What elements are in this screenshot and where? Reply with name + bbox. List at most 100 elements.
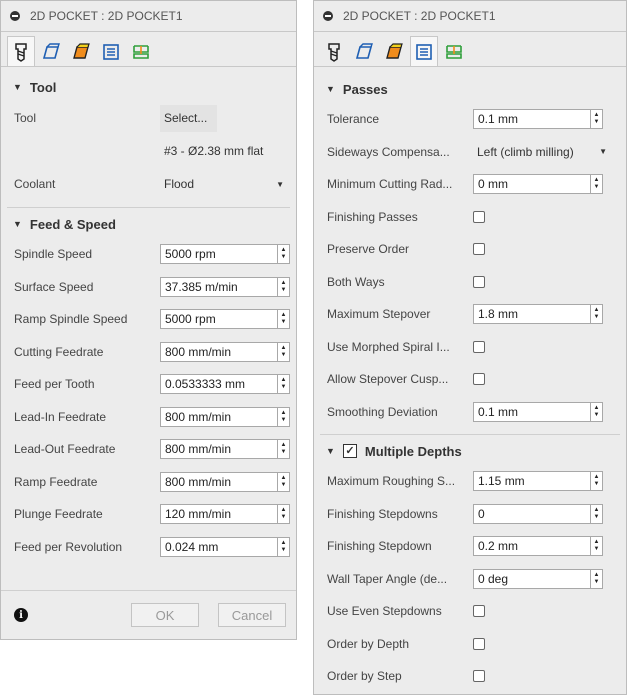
feed-row-stepper[interactable]: ▲ ▼ — [278, 341, 290, 362]
sideways-label: Sideways Compensa... — [327, 144, 450, 159]
feed-row-input[interactable]: 800 mm/min — [160, 341, 278, 362]
smoothing-input[interactable]: 0.1 mm — [473, 401, 591, 422]
finishing-stepdown-input[interactable]: 0.2 mm — [473, 536, 591, 557]
finishing-stepdown-stepper[interactable]: ▲ ▼ — [591, 536, 603, 557]
feed-row: Surface Speed 37.385 m/min ▲ ▼ — [1, 271, 296, 304]
tab-passes[interactable] — [410, 36, 438, 66]
close-icon[interactable] — [10, 11, 20, 21]
tab-linking[interactable] — [440, 38, 468, 66]
feed-row-label: Spindle Speed — [14, 247, 93, 262]
tolerance-row: Tolerance 0.1 mm ▲ ▼ — [314, 103, 626, 136]
heights-icon — [73, 43, 90, 59]
feed-row-input[interactable]: 5000 rpm — [160, 244, 278, 265]
even-stepdowns-row: Use Even Stepdowns — [314, 595, 626, 628]
coolant-value: Flood — [164, 177, 195, 191]
tab-geometry[interactable] — [37, 38, 65, 66]
right-dialog: 2D POCKET : 2D POCKET1 ▼ Passes Toleranc… — [313, 0, 627, 695]
order-step-checkbox[interactable] — [473, 670, 485, 683]
tool-select-button[interactable]: Select... — [160, 104, 217, 132]
feed-row-stepper[interactable]: ▲ ▼ — [278, 439, 290, 460]
tolerance-input[interactable]: 0.1 mm — [473, 109, 591, 130]
feed-row-stepper[interactable]: ▲ ▼ — [278, 276, 290, 297]
heights-icon — [386, 43, 403, 59]
finishing-passes-checkbox[interactable] — [473, 210, 485, 223]
tab-tool[interactable] — [320, 38, 348, 66]
allow-cusp-checkbox[interactable] — [473, 373, 485, 386]
feed-row-stepper[interactable]: ▲ ▼ — [278, 471, 290, 492]
max-roughing-input[interactable]: 1.15 mm — [473, 471, 591, 492]
feed-row-input[interactable]: 800 mm/min — [160, 406, 278, 427]
feed-row-stepper[interactable]: ▲ ▼ — [278, 309, 290, 330]
feed-row-input[interactable]: 0.0533333 mm — [160, 374, 278, 395]
order-depth-checkbox[interactable] — [473, 637, 485, 650]
even-stepdowns-label: Use Even Stepdowns — [327, 604, 442, 619]
wall-taper-input[interactable]: 0 deg — [473, 568, 591, 589]
chevron-down-icon: ▼ — [276, 179, 284, 189]
both-ways-checkbox[interactable] — [473, 275, 485, 288]
depths-section-header[interactable]: ▼ ✓ Multiple Depths — [314, 437, 626, 465]
collapse-triangle-icon: ▼ — [13, 219, 22, 229]
tolerance-stepper[interactable]: ▲ ▼ — [591, 109, 603, 130]
wall-taper-stepper[interactable]: ▲ ▼ — [591, 568, 603, 589]
min-radius-input[interactable]: 0 mm — [473, 174, 591, 195]
morphed-spiral-checkbox[interactable] — [473, 340, 485, 353]
cancel-button[interactable]: Cancel — [218, 603, 286, 627]
collapse-triangle-icon: ▼ — [326, 84, 335, 94]
smoothing-stepper[interactable]: ▲ ▼ — [591, 401, 603, 422]
coolant-select[interactable]: Flood ▼ — [160, 173, 290, 195]
feed-row-input[interactable]: 5000 rpm — [160, 309, 278, 330]
feed-row-stepper[interactable]: ▲ ▼ — [278, 504, 290, 525]
finishing-stepdowns-input[interactable]: 0 — [473, 503, 591, 524]
order-step-label: Order by Step — [327, 669, 402, 684]
feed-row-stepper[interactable]: ▲ ▼ — [278, 536, 290, 557]
tab-heights[interactable] — [380, 38, 408, 66]
multiple-depths-checkbox[interactable]: ✓ — [342, 444, 357, 458]
finishing-passes-label: Finishing Passes — [327, 209, 418, 224]
linking-icon — [133, 45, 149, 59]
feed-section-title: Feed & Speed — [29, 216, 116, 232]
sideways-select[interactable]: Left (climb milling) ▼ — [473, 141, 613, 163]
tolerance-label: Tolerance — [327, 112, 380, 127]
finishing-stepdowns-row: Finishing Stepdowns 0 ▲ ▼ — [314, 498, 626, 531]
tab-geometry[interactable] — [350, 38, 378, 66]
feed-row-input[interactable]: 37.385 m/min — [160, 276, 278, 297]
max-stepover-stepper[interactable]: ▲ ▼ — [591, 304, 603, 325]
ok-button[interactable]: OK — [131, 603, 199, 627]
tool-section-header[interactable]: ▼ Tool — [1, 73, 296, 101]
min-radius-row: Minimum Cutting Rad... 0 mm ▲ ▼ — [314, 168, 626, 201]
feed-row-stepper[interactable]: ▲ ▼ — [278, 406, 290, 427]
min-radius-label: Minimum Cutting Rad... — [327, 177, 453, 192]
passes-section-header[interactable]: ▼ Passes — [314, 75, 626, 103]
feed-row-label: Plunge Feedrate — [14, 507, 103, 522]
max-roughing-row: Maximum Roughing S... 1.15 mm ▲ ▼ — [314, 465, 626, 498]
feed-row-stepper[interactable]: ▲ ▼ — [278, 244, 290, 265]
feed-row-input[interactable]: 0.024 mm — [160, 536, 278, 557]
even-stepdowns-checkbox[interactable] — [473, 605, 485, 618]
tab-heights[interactable] — [67, 38, 95, 66]
feed-row: Lead-Out Feedrate 800 mm/min ▲ ▼ — [1, 433, 296, 466]
sideways-row: Sideways Compensa... Left (climb milling… — [314, 136, 626, 169]
feed-section-header[interactable]: ▼ Feed & Speed — [1, 210, 296, 238]
tab-linking[interactable] — [127, 38, 155, 66]
preserve-order-checkbox[interactable] — [473, 243, 485, 256]
feed-row-label: Feed per Tooth — [14, 377, 95, 392]
feed-row: Feed per Tooth 0.0533333 mm ▲ ▼ — [1, 368, 296, 401]
left-titlebar: 2D POCKET : 2D POCKET1 — [1, 1, 296, 32]
max-roughing-stepper[interactable]: ▲ ▼ — [591, 471, 603, 492]
feed-row: Ramp Feedrate 800 mm/min ▲ ▼ — [1, 466, 296, 499]
feed-row-stepper[interactable]: ▲ ▼ — [278, 374, 290, 395]
feed-row-input[interactable]: 800 mm/min — [160, 439, 278, 460]
max-stepover-input[interactable]: 1.8 mm — [473, 304, 591, 325]
finishing-stepdown-row: Finishing Stepdown 0.2 mm ▲ ▼ — [314, 530, 626, 563]
close-icon[interactable] — [323, 11, 333, 21]
chevron-down-icon: ▼ — [599, 147, 607, 157]
finishing-stepdowns-stepper[interactable]: ▲ ▼ — [591, 503, 603, 524]
feed-row-input[interactable]: 800 mm/min — [160, 471, 278, 492]
feed-row-label: Lead-In Feedrate — [14, 409, 107, 424]
feed-row-input[interactable]: 120 mm/min — [160, 504, 278, 525]
tab-tool[interactable] — [7, 36, 35, 66]
info-icon[interactable]: i — [14, 608, 28, 622]
tool-description: #3 - Ø2.38 mm flat — [164, 144, 264, 158]
min-radius-stepper[interactable]: ▲ ▼ — [591, 174, 603, 195]
tab-passes[interactable] — [97, 38, 125, 66]
